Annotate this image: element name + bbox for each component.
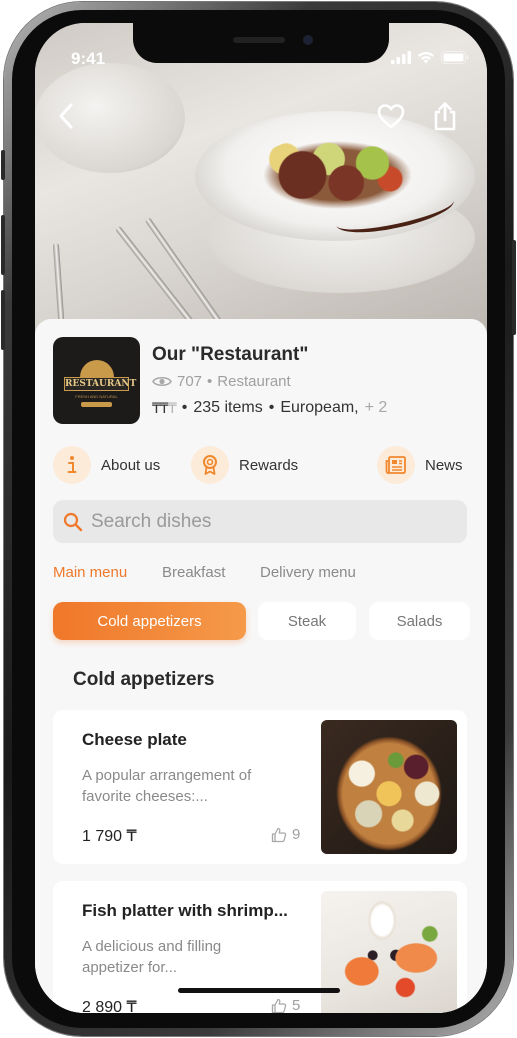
dish-likes[interactable]: 9 bbox=[271, 826, 300, 843]
award-icon bbox=[191, 446, 229, 484]
meta-separator: • bbox=[207, 373, 213, 390]
rewards-link[interactable]: Rewards bbox=[191, 445, 298, 485]
status-icons bbox=[391, 51, 469, 64]
section-title: Cold appetizers bbox=[73, 669, 215, 690]
volume-down-button bbox=[1, 290, 5, 350]
favorite-button[interactable] bbox=[374, 99, 408, 133]
price-level: ₸₸₸ bbox=[152, 399, 177, 417]
about-us-link[interactable]: About us bbox=[53, 445, 160, 485]
share-icon bbox=[434, 102, 456, 131]
signal-icon bbox=[391, 51, 411, 64]
restaurant-sheet: RESTAURANT FRESH AND NATURAL Our "Restau… bbox=[35, 319, 487, 1013]
dish-card[interactable]: Cheese plate A popular arrangement of fa… bbox=[53, 710, 467, 864]
thumbs-up-icon bbox=[271, 827, 287, 842]
front-camera bbox=[303, 35, 313, 45]
tab-main-menu[interactable]: Main menu bbox=[53, 564, 127, 581]
tab-delivery-menu[interactable]: Delivery menu bbox=[260, 564, 356, 581]
about-us-label: About us bbox=[101, 456, 161, 474]
restaurant-meta: 707 • Restaurant bbox=[152, 373, 291, 390]
power-button bbox=[512, 240, 516, 335]
rewards-label: Rewards bbox=[239, 456, 299, 474]
thumbs-up-icon bbox=[271, 998, 287, 1013]
logo-cloche-icon bbox=[80, 360, 114, 377]
mute-switch bbox=[1, 150, 5, 180]
restaurant-logo: RESTAURANT FRESH AND NATURAL bbox=[53, 337, 140, 424]
tab-breakfast[interactable]: Breakfast bbox=[162, 564, 225, 581]
cheese-plate-image bbox=[321, 720, 457, 854]
dish-price: 1 790 ₸ bbox=[82, 828, 137, 845]
dish-description: A delicious and filling appetizer for... bbox=[82, 938, 222, 976]
logo-subtext: FRESH AND NATURAL bbox=[75, 394, 118, 399]
dish-card[interactable]: Fish platter with shrimp... A delicious … bbox=[53, 881, 467, 1013]
notch bbox=[133, 23, 389, 63]
battery-icon bbox=[441, 51, 469, 64]
status-time: 9:41 bbox=[71, 49, 106, 68]
search-bar[interactable] bbox=[53, 500, 467, 543]
back-button[interactable] bbox=[49, 99, 83, 133]
wifi-icon bbox=[418, 52, 434, 64]
chip-steak[interactable]: Steak bbox=[258, 602, 356, 640]
search-input[interactable] bbox=[91, 510, 431, 533]
share-button[interactable] bbox=[428, 99, 462, 133]
views-count: 707 bbox=[177, 373, 203, 390]
dish-likes-count: 5 bbox=[292, 997, 301, 1013]
speaker bbox=[233, 37, 285, 43]
quick-links: About us Rewards News bbox=[53, 445, 469, 485]
price-level-inactive: ₸ bbox=[167, 399, 177, 416]
newspaper-icon bbox=[377, 446, 415, 484]
dish-description: A popular arrangement of favorite cheese… bbox=[82, 767, 252, 805]
dish-likes[interactable]: 5 bbox=[271, 997, 300, 1013]
info-icon bbox=[53, 446, 91, 484]
items-count: 235 items bbox=[193, 399, 263, 416]
home-indicator[interactable] bbox=[178, 988, 340, 993]
category-chips: Cold appetizers Steak Salads bbox=[53, 602, 487, 640]
meta-separator: • bbox=[181, 399, 188, 416]
dish-title: Cheese plate bbox=[82, 730, 187, 749]
eye-icon bbox=[152, 376, 172, 387]
fish-platter-image bbox=[321, 891, 457, 1013]
restaurant-info: RESTAURANT FRESH AND NATURAL Our "Restau… bbox=[53, 337, 473, 427]
chevron-left-icon bbox=[59, 103, 73, 129]
price-level-active: ₸₸ bbox=[152, 399, 169, 416]
dish-title: Fish platter with shrimp... bbox=[82, 901, 288, 920]
search-icon bbox=[63, 512, 83, 531]
cuisine-more[interactable]: + 2 bbox=[365, 399, 388, 417]
volume-up-button bbox=[1, 215, 5, 275]
chip-salads[interactable]: Salads bbox=[369, 602, 470, 640]
dish-price: 2 890 ₸ bbox=[82, 999, 137, 1013]
chip-cold-appetizers[interactable]: Cold appetizers bbox=[53, 602, 246, 640]
app-screen: 9:41 RESTAURANT FRESH AND NATURAL Our "R… bbox=[35, 23, 487, 1013]
dish-likes-count: 9 bbox=[292, 826, 301, 843]
logo-text: RESTAURANT bbox=[64, 377, 137, 391]
logo-tag bbox=[81, 402, 112, 407]
restaurant-category: Restaurant bbox=[217, 373, 291, 390]
restaurant-name: Our "Restaurant" bbox=[152, 344, 309, 365]
heart-icon bbox=[377, 104, 405, 129]
news-link[interactable]: News bbox=[377, 445, 463, 485]
restaurant-details: ₸₸₸ • 235 items • Europeam, + 2 bbox=[152, 399, 387, 417]
news-label: News bbox=[425, 456, 463, 474]
meta-separator: • bbox=[268, 399, 275, 416]
hero-image bbox=[35, 23, 487, 353]
cuisine: Europeam, bbox=[280, 399, 359, 416]
